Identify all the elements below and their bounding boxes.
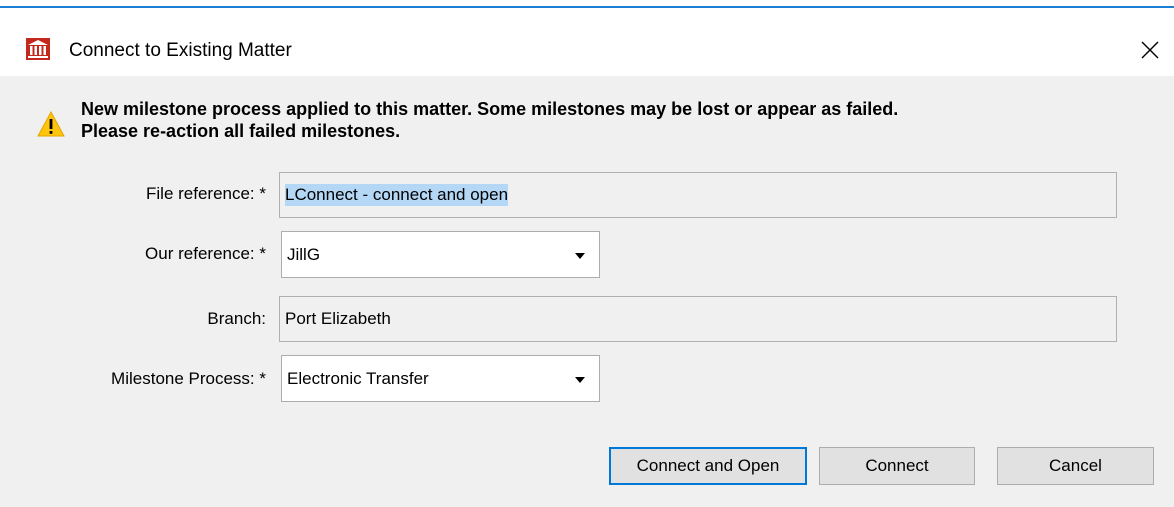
window-title: Connect to Existing Matter bbox=[69, 40, 292, 61]
milestone-process-label: Milestone Process: * bbox=[111, 369, 266, 388]
warning-triangle-icon bbox=[37, 111, 65, 137]
file-reference-field[interactable]: LConnect - connect and open bbox=[279, 172, 1117, 218]
our-reference-dropdown[interactable]: JillG bbox=[281, 231, 600, 278]
branch-label: Branch: bbox=[207, 309, 266, 328]
warning-line-1: New milestone process applied to this ma… bbox=[81, 99, 899, 119]
milestone-process-dropdown[interactable]: Electronic Transfer bbox=[281, 355, 600, 402]
connect-button[interactable]: Connect bbox=[819, 447, 975, 485]
building-columns-icon bbox=[26, 38, 50, 60]
branch-value: Port Elizabeth bbox=[285, 309, 391, 328]
milestone-process-value: Electronic Transfer bbox=[287, 368, 429, 388]
our-reference-label: Our reference: * bbox=[145, 244, 266, 263]
close-icon bbox=[1141, 41, 1159, 59]
chevron-down-icon bbox=[575, 252, 585, 259]
warning-line-2: Please re-action all failed milestones. bbox=[81, 121, 401, 141]
background-window-strip bbox=[0, 0, 1174, 8]
file-reference-label: File reference: * bbox=[146, 184, 266, 203]
connect-and-open-button[interactable]: Connect and Open bbox=[609, 447, 807, 485]
chevron-down-icon bbox=[575, 376, 585, 383]
cancel-button[interactable]: Cancel bbox=[997, 447, 1154, 485]
title-bar[interactable]: Connect to Existing Matter bbox=[0, 8, 1174, 76]
branch-field[interactable]: Port Elizabeth bbox=[279, 296, 1117, 342]
file-reference-value: LConnect - connect and open bbox=[285, 184, 509, 206]
our-reference-value: JillG bbox=[287, 244, 321, 264]
warning-message: New milestone process applied to this ma… bbox=[81, 98, 1161, 142]
close-button[interactable] bbox=[1128, 28, 1172, 72]
